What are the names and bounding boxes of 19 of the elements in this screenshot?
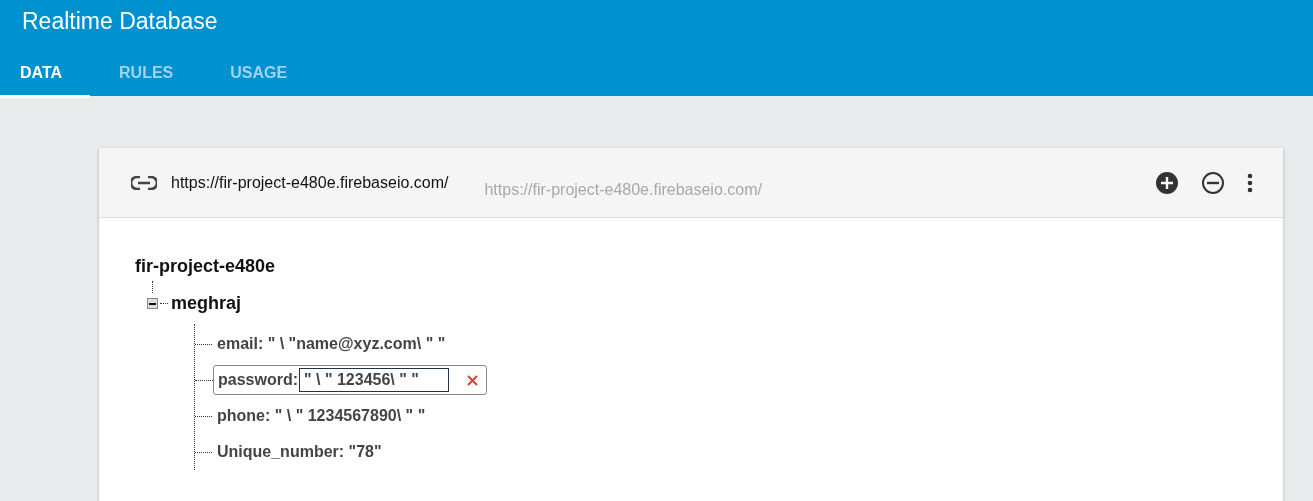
tree-leaf: phone: " \ " 1234567890\ " " xyxy=(217,407,426,425)
tab[interactable]: DATA xyxy=(0,54,91,98)
close-icon[interactable] xyxy=(467,374,478,386)
tree-root: fir-project-e480e xyxy=(135,256,276,276)
tree-leaf: email: " \ "name@xyz.com\ " " xyxy=(217,335,446,353)
tab[interactable]: RULES xyxy=(90,54,202,98)
add-icon[interactable] xyxy=(1155,170,1179,195)
database-url: https://fir-project-e480e.firebaseio.com/ xyxy=(171,173,449,192)
field-key: password: xyxy=(218,371,298,389)
window-title: Realtime Database xyxy=(21,7,218,36)
more-icon[interactable] xyxy=(1247,172,1253,193)
value-input[interactable]: " \ " 123456\ " " xyxy=(299,368,449,392)
remove-icon[interactable] xyxy=(1201,170,1225,195)
collapse-toggle[interactable] xyxy=(147,298,158,309)
database-url: https://fir-project-e480e.firebaseio.com/ xyxy=(484,180,762,199)
tree-node[interactable]: meghraj xyxy=(171,293,242,314)
tree-leaf: Unique_number: "78" xyxy=(217,443,382,461)
tab[interactable]: USAGE xyxy=(201,54,316,98)
link-icon xyxy=(131,175,157,190)
